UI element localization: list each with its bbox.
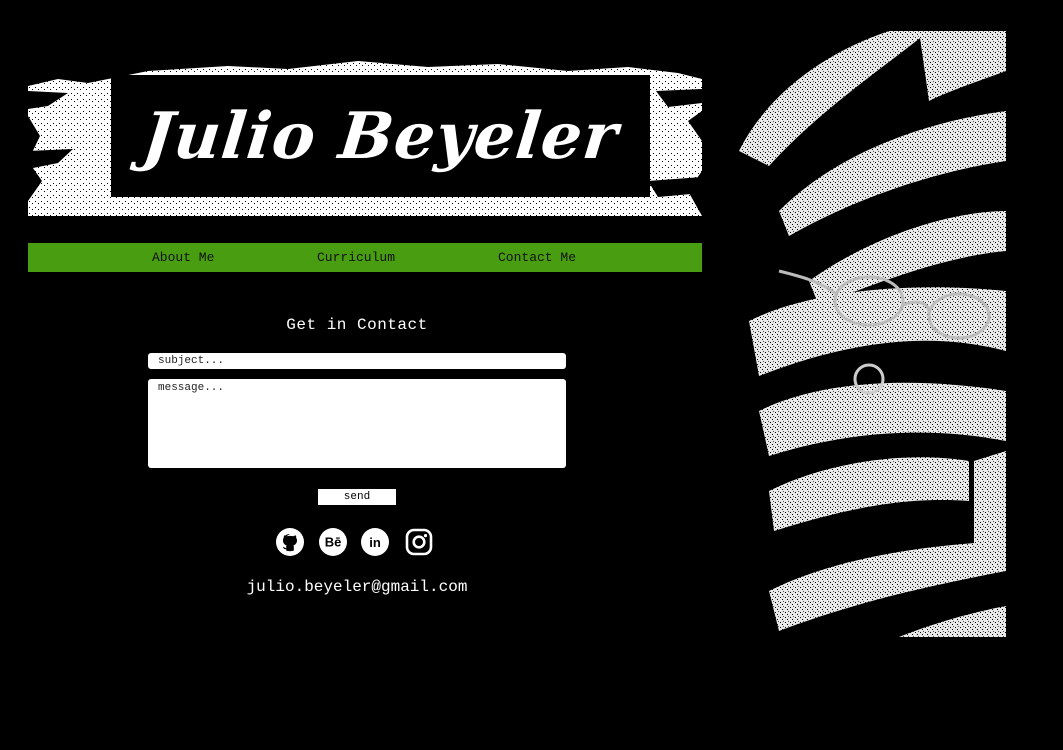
main-nav: About Me Curriculum Contact Me <box>28 243 702 272</box>
social-links: Bē in <box>276 528 436 556</box>
svg-text:Bē: Bē <box>325 535 342 550</box>
nav-item-about-me[interactable]: About Me <box>152 243 214 272</box>
linkedin-icon[interactable]: in <box>361 528 389 556</box>
svg-text:in: in <box>369 535 381 550</box>
header-banner: Julio Beyeler <box>28 31 702 216</box>
subject-input[interactable] <box>148 353 566 369</box>
banner-title-box: Julio Beyeler <box>111 75 650 197</box>
instagram-icon[interactable] <box>405 528 433 556</box>
email-link[interactable]: julio.beyeler@gmail.com <box>148 578 566 596</box>
portrait-graphic <box>729 31 1006 637</box>
portrait-image <box>729 31 1006 637</box>
message-textarea[interactable] <box>148 379 566 468</box>
page: Julio Beyeler About Me Curriculum Contac… <box>0 0 1063 750</box>
send-button[interactable]: send <box>318 489 396 505</box>
github-icon[interactable] <box>276 528 304 556</box>
nav-item-curriculum[interactable]: Curriculum <box>317 243 395 272</box>
contact-title: Get in Contact <box>286 316 428 334</box>
behance-icon[interactable]: Bē <box>319 528 347 556</box>
site-title: Julio Beyeler <box>139 98 622 174</box>
nav-item-contact-me[interactable]: Contact Me <box>498 243 576 272</box>
